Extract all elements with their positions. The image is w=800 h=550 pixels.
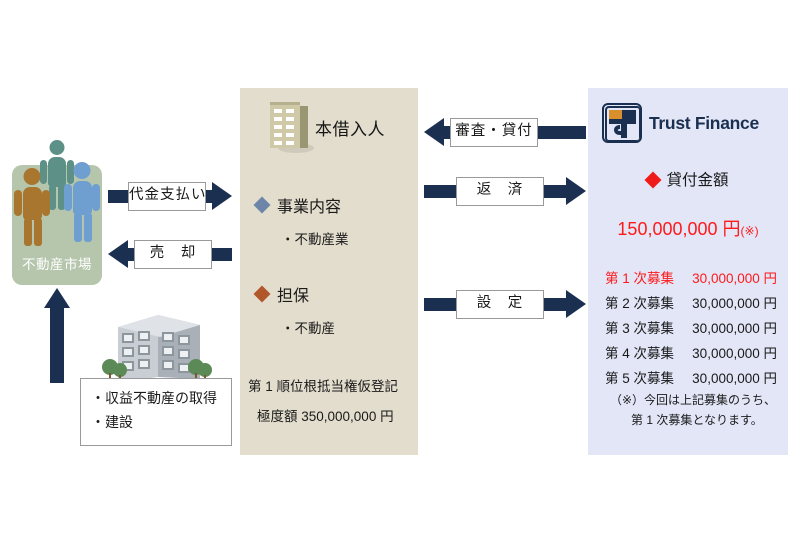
tranche-name: 第 1 次募集 <box>605 271 675 286</box>
tranche-amount: 30,000,000 円 <box>692 370 777 386</box>
arrow-repayment-label: 返 済 <box>456 177 544 206</box>
business-heading: 事業内容 <box>253 193 342 217</box>
arrow-setting: 設 定 <box>424 290 586 319</box>
apartment-building-icon <box>100 305 215 385</box>
arrow-review-loan: 審査・貸付 <box>424 118 586 147</box>
arrow-setting-label: 設 定 <box>456 290 544 319</box>
business-diamond-icon <box>253 196 271 214</box>
table-row: 第 5 次募集 30,000,000 円 <box>605 367 777 392</box>
arrow-up-icon <box>44 288 70 383</box>
table-row: 第 3 次募集 30,000,000 円 <box>605 317 777 342</box>
footnote-line-2: 第 1 次募集となります。 <box>631 412 763 427</box>
collateral-diamond-icon <box>253 285 271 303</box>
loan-diamond-icon <box>644 171 662 189</box>
person-blue-icon <box>64 162 100 242</box>
loan-amount-note: (※) <box>740 224 759 238</box>
tranche-name: 第 3 次募集 <box>605 320 675 336</box>
scheme-diagram: 不動産市場 ・収益不動産の取得 ・建設 代金支払い 売 却 本借入人 事業内容 … <box>0 0 800 550</box>
business-heading-label: 事業内容 <box>277 199 342 216</box>
arrow-review-loan-head-icon <box>424 118 444 147</box>
borrower-panel: 本借入人 事業内容 ・不動産業 担保 ・不動産 第 1 順位根抵当権仮登記 極度… <box>240 88 418 455</box>
tranche-amount: 30,000,000 円 <box>692 295 777 311</box>
acquisition-item-0: ・収益不動産の取得 <box>91 390 217 406</box>
office-building-icon <box>264 98 316 156</box>
acquisition-item-1: ・建設 <box>91 414 133 431</box>
lender-panel: Trust Finance 貸付金額 150,000,000 円(※) 第 1 … <box>588 88 788 455</box>
tranche-amount: 30,000,000 円 <box>692 345 777 361</box>
loan-amount-heading: 貸付金額 <box>588 168 788 190</box>
table-row: 第 2 次募集 30,000,000 円 <box>605 292 777 317</box>
collateral-item-0: ・不動産 <box>281 321 335 336</box>
footnote: （※）今回は上記募集のうち、 第 1 次募集となります。 <box>610 391 782 431</box>
collateral-note-1: 極度額 350,000,000 円 <box>257 409 394 424</box>
trust-finance-logo-icon <box>602 103 642 143</box>
tranche-table: 第 1 次募集 30,000,000 円 第 2 次募集 30,000,000 … <box>605 267 777 392</box>
tranche-amount: 30,000,000 円 <box>692 271 777 286</box>
brand-lockup: Trust Finance <box>602 103 759 143</box>
arrow-payment-label: 代金支払い <box>128 182 206 211</box>
arrow-sale-label: 売 却 <box>134 240 212 269</box>
arrow-setting-head-icon <box>566 290 586 319</box>
collateral-heading-label: 担保 <box>277 288 310 305</box>
collateral-heading: 担保 <box>253 282 310 306</box>
brand-name: Trust Finance <box>649 112 759 133</box>
tranche-name: 第 2 次募集 <box>605 295 675 311</box>
loan-amount-heading-label: 貸付金額 <box>666 172 729 189</box>
arrow-review-loan-label: 審査・貸付 <box>450 118 538 147</box>
tranche-name: 第 5 次募集 <box>605 370 675 386</box>
arrow-repayment: 返 済 <box>424 177 586 206</box>
collateral-note-0: 第 1 順位根抵当権仮登記 <box>248 379 399 394</box>
loan-amount-number: 150,000,000 円 <box>617 219 741 239</box>
borrower-title: 本借入人 <box>315 120 385 139</box>
acquisition-box: ・収益不動産の取得 ・建設 <box>80 378 232 446</box>
arrow-sale: 売 却 <box>108 240 232 269</box>
arrow-sale-head-icon <box>108 240 128 269</box>
person-brown-icon <box>14 168 50 246</box>
arrow-payment-head-icon <box>212 182 232 211</box>
footnote-line-1: （※）今回は上記募集のうち、 <box>610 393 777 407</box>
table-row: 第 4 次募集 30,000,000 円 <box>605 342 777 367</box>
arrow-payment: 代金支払い <box>108 182 232 211</box>
business-item-0: ・不動産業 <box>281 232 349 247</box>
tranche-name: 第 4 次募集 <box>605 345 675 361</box>
tranche-amount: 30,000,000 円 <box>692 320 777 336</box>
loan-amount-value: 150,000,000 円(※) <box>588 215 788 241</box>
three-people-icon <box>12 140 102 260</box>
table-row: 第 1 次募集 30,000,000 円 <box>605 267 777 292</box>
arrow-repayment-head-icon <box>566 177 586 206</box>
